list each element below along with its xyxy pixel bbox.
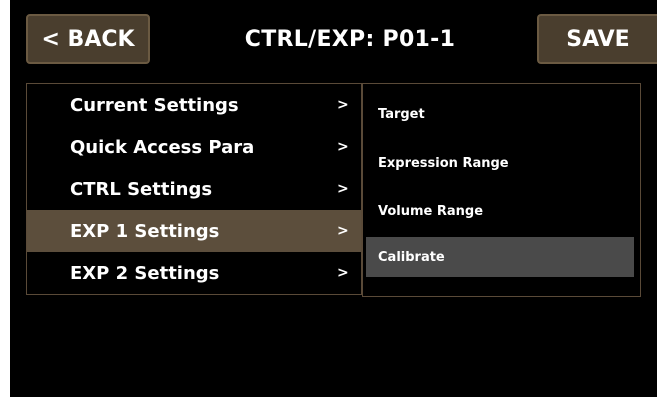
menu-item-label: Quick Access Para xyxy=(70,136,255,158)
back-button[interactable]: < BACK xyxy=(26,14,150,64)
menu-item-quick-access-para[interactable]: Quick Access Para > xyxy=(27,126,361,168)
menu-item-label: Current Settings xyxy=(70,94,239,116)
menu-item-exp1-settings[interactable]: EXP 1 Settings > xyxy=(27,210,361,252)
chevron-right-icon: > xyxy=(337,223,349,239)
menu-item-label: EXP 1 Settings xyxy=(70,220,220,242)
submenu-item-volume-range[interactable]: Volume Range xyxy=(366,191,634,231)
device-screen: < BACK CTRL/EXP: P01-1 SAVE Current Sett… xyxy=(10,0,657,397)
submenu-item-calibrate[interactable]: Calibrate xyxy=(366,237,634,277)
page-title: CTRL/EXP: P01-1 xyxy=(244,26,456,52)
exp1-submenu: Target Expression Range Volume Range Cal… xyxy=(362,83,641,297)
save-button[interactable]: SAVE xyxy=(537,14,657,64)
chevron-right-icon: > xyxy=(337,265,349,281)
chevron-right-icon: > xyxy=(337,181,349,197)
menu-item-current-settings[interactable]: Current Settings > xyxy=(27,84,361,126)
submenu-item-expression-range[interactable]: Expression Range xyxy=(366,143,634,183)
settings-menu: Current Settings > Quick Access Para > C… xyxy=(26,83,362,295)
submenu-item-target[interactable]: Target xyxy=(366,94,634,134)
menu-item-label: EXP 2 Settings xyxy=(70,262,220,284)
chevron-right-icon: > xyxy=(337,139,349,155)
menu-item-exp2-settings[interactable]: EXP 2 Settings > xyxy=(27,252,361,294)
chevron-right-icon: > xyxy=(337,97,349,113)
menu-item-label: CTRL Settings xyxy=(70,178,213,200)
menu-item-ctrl-settings[interactable]: CTRL Settings > xyxy=(27,168,361,210)
